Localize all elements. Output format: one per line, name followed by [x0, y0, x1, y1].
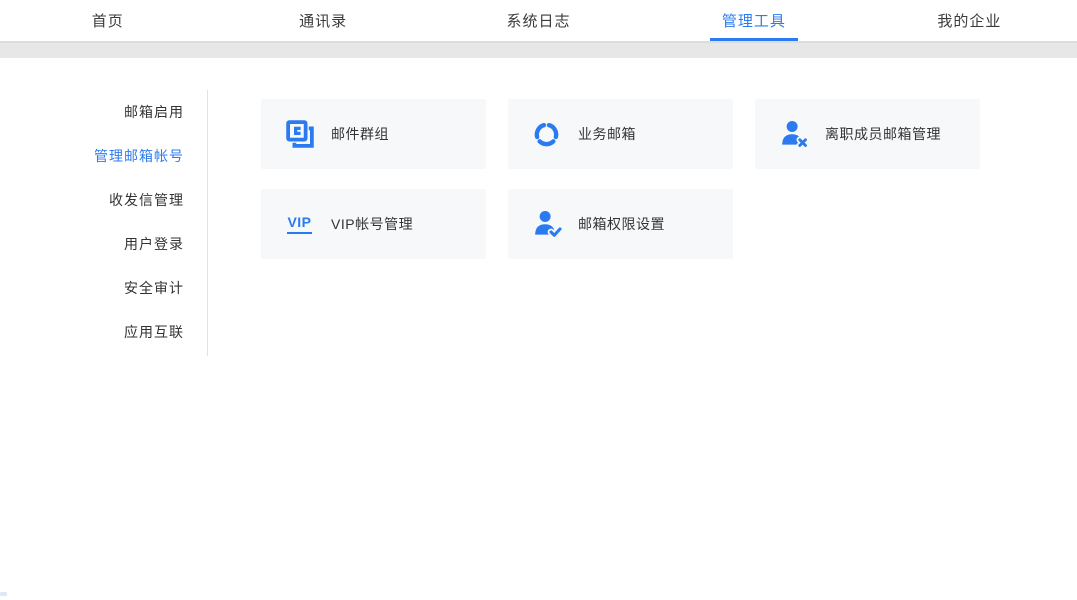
- tab-label: 管理工具: [722, 10, 786, 31]
- card-label: 离职成员邮箱管理: [825, 124, 941, 144]
- tab-system-log[interactable]: 系统日志: [431, 0, 646, 41]
- bottom-left-artifact: [0, 592, 7, 596]
- tab-label: 通讯录: [299, 10, 347, 31]
- user-check-icon: [531, 209, 562, 240]
- tab-my-company[interactable]: 我的企业: [862, 0, 1077, 41]
- card-business-mailbox[interactable]: 业务邮箱: [508, 99, 733, 169]
- sidebar-item-mailbox-enable[interactable]: 邮箱启用: [0, 90, 207, 134]
- mail-group-icon: [284, 119, 315, 150]
- tab-label: 我的企业: [937, 10, 1001, 31]
- card-resigned-member-mailbox[interactable]: 离职成员邮箱管理: [755, 99, 980, 169]
- tab-contacts[interactable]: 通讯录: [215, 0, 430, 41]
- card-label: 邮件群组: [331, 124, 389, 144]
- card-label: 业务邮箱: [578, 124, 636, 144]
- card-mail-group[interactable]: 邮件群组: [261, 99, 486, 169]
- tab-admin-tools[interactable]: 管理工具: [646, 0, 861, 41]
- sidebar-item-send-receive[interactable]: 收发信管理: [0, 178, 207, 222]
- top-nav: 首页 通讯录 系统日志 管理工具 我的企业: [0, 0, 1077, 42]
- sidebar-item-app-connect[interactable]: 应用互联: [0, 310, 207, 354]
- vip-icon: VIP: [284, 209, 315, 240]
- tool-cards: 邮件群组 业务邮箱: [261, 99, 980, 259]
- tab-home[interactable]: 首页: [0, 0, 215, 41]
- sidebar-item-user-login[interactable]: 用户登录: [0, 222, 207, 266]
- sidebar-item-security-audit[interactable]: 安全审计: [0, 266, 207, 310]
- cycle-icon: [531, 119, 562, 150]
- sidebar-item-manage-accounts[interactable]: 管理邮箱帐号: [0, 134, 207, 178]
- vip-icon-text: VIP: [287, 214, 311, 234]
- user-x-icon: [778, 119, 809, 150]
- active-tab-underline: [710, 38, 798, 41]
- card-vip-account[interactable]: VIP VIP帐号管理: [261, 189, 486, 259]
- card-mailbox-permission[interactable]: 邮箱权限设置: [508, 189, 733, 259]
- main-content: 邮箱启用 管理邮箱帐号 收发信管理 用户登录 安全审计 应用互联 邮件群组: [0, 58, 1077, 599]
- tab-label: 系统日志: [507, 10, 571, 31]
- card-label: VIP帐号管理: [331, 214, 413, 234]
- card-label: 邮箱权限设置: [578, 214, 665, 234]
- subheader-strip: [0, 42, 1077, 58]
- sidebar: 邮箱启用 管理邮箱帐号 收发信管理 用户登录 安全审计 应用互联: [0, 90, 208, 356]
- tab-label: 首页: [92, 10, 124, 31]
